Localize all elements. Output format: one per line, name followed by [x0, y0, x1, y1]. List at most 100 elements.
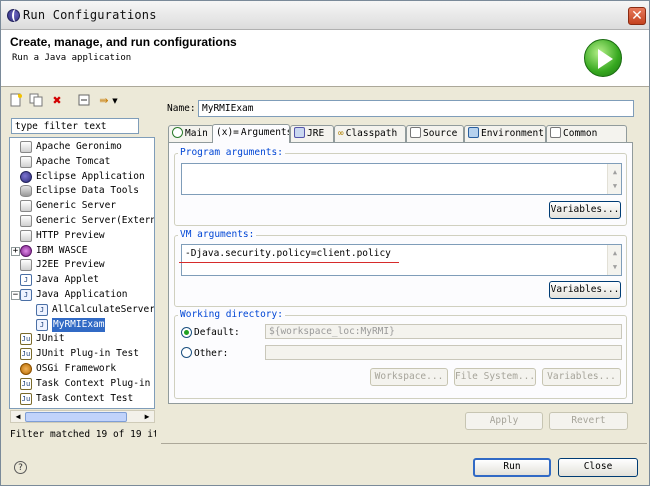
environment-icon — [468, 127, 479, 138]
name-field[interactable]: MyRMIExam — [198, 100, 634, 117]
tab-source[interactable]: Source — [406, 125, 464, 142]
tree-item[interactable]: Apache Geronimo — [20, 140, 154, 154]
server-icon — [20, 229, 32, 242]
tree-item[interactable]: J AllCalculateServer — [36, 303, 155, 317]
duplicate-icon[interactable] — [28, 93, 44, 109]
program-args-scrollbar[interactable]: ▲ ▼ — [607, 164, 621, 194]
working-variables-button[interactable]: Variables... — [542, 368, 621, 386]
database-icon — [20, 185, 32, 198]
tree-item[interactable]: J MyRMIExam — [36, 317, 154, 332]
tree-horizontal-scrollbar[interactable]: ◀ ▶ — [10, 410, 155, 423]
vm-variables-button[interactable]: Variables... — [549, 281, 621, 299]
tab-arguments-label: Arguments — [240, 127, 290, 138]
file-system-button[interactable]: File System... — [454, 368, 536, 386]
tree-item[interactable]: Ju JUnit — [20, 332, 154, 346]
tab-environment-label: Environment — [481, 128, 544, 139]
applet-icon: J — [20, 274, 32, 287]
run-button[interactable]: Run — [473, 458, 551, 477]
java-app-icon: J — [36, 318, 48, 331]
tab-main[interactable]: Main — [168, 125, 214, 142]
source-icon — [410, 127, 421, 138]
help-icon[interactable]: ? — [14, 461, 27, 474]
java-app-icon: J — [36, 303, 48, 316]
tab-jre[interactable]: JRE — [290, 125, 334, 142]
window-title: Run Configurations — [23, 8, 157, 22]
tab-common-label: Common — [563, 128, 598, 139]
other-radio[interactable] — [181, 347, 192, 358]
expand-icon[interactable]: + — [11, 246, 20, 256]
configuration-tree[interactable]: Apache Geronimo Apache Tomcat Eclipse Appl… — [9, 137, 155, 409]
run-banner-icon — [584, 39, 622, 77]
tree-item[interactable]: HTTP Preview — [20, 229, 154, 243]
program-arguments-label: Program arguments: — [178, 147, 285, 158]
tree-item[interactable]: Apache Tomcat — [20, 155, 154, 169]
title-bar[interactable]: Run Configurations ✕ — [1, 1, 649, 30]
tree-item[interactable]: Ju JUnit Plug-in Test — [20, 347, 154, 361]
program-arguments-field[interactable] — [181, 163, 622, 195]
server-icon — [20, 259, 32, 272]
tab-common[interactable]: Common — [546, 125, 627, 142]
tree-item-label: IBM WASCE — [36, 244, 88, 256]
vm-arguments-field[interactable]: -Djava.security.policy=client.policy — [181, 244, 622, 276]
scroll-left-icon[interactable]: ◀ — [12, 411, 24, 422]
new-configuration-icon[interactable] — [8, 93, 24, 109]
delete-icon[interactable]: ✖ — [49, 93, 65, 109]
tab-main-label: Main — [185, 128, 208, 139]
tree-item[interactable]: Ju Task Context Test — [20, 392, 154, 406]
apply-button[interactable]: Apply — [465, 412, 543, 430]
tree-item-label: AllCalculateServer — [52, 303, 155, 315]
vm-arguments-text: -Djava.security.policy=client.policy — [185, 248, 391, 259]
scroll-right-icon[interactable]: ▶ — [141, 411, 153, 422]
tab-environment[interactable]: Environment — [464, 125, 546, 142]
server-icon — [20, 155, 32, 168]
tab-arguments[interactable]: (x)= Arguments — [212, 124, 290, 143]
collapse-all-icon[interactable] — [76, 93, 92, 109]
arguments-icon: (x)= — [216, 127, 239, 138]
arguments-panel: Program arguments: ▲ ▼ Variables... VM ar… — [168, 142, 633, 404]
name-label: Name: — [167, 103, 196, 114]
dropdown-icon[interactable]: ▼ — [110, 93, 120, 109]
program-variables-button[interactable]: Variables... — [549, 201, 621, 219]
junit-icon: Ju — [20, 348, 32, 361]
workspace-button[interactable]: Workspace... — [370, 368, 448, 386]
tab-jre-label: JRE — [307, 128, 325, 139]
tree-item[interactable]: OSGi Framework — [20, 362, 154, 376]
tree-item[interactable]: Eclipse Application — [20, 170, 154, 184]
tree-item-label: Eclipse Application — [36, 170, 145, 182]
tree-item-label: Task Context Plug-in Test — [36, 377, 154, 389]
close-button[interactable]: Close — [558, 458, 638, 477]
close-window-button[interactable]: ✕ — [628, 7, 646, 25]
run-configurations-dialog: Run Configurations ✕ Create, manage, and… — [0, 0, 650, 486]
tree-item[interactable]: Generic Server — [20, 199, 154, 213]
tree-item[interactable]: Ju Task Context Plug-in Test — [20, 377, 154, 391]
tree-item[interactable]: Eclipse Data Tools — [20, 184, 154, 198]
tab-classpath[interactable]: ∞ Classpath — [334, 125, 406, 142]
tree-item[interactable]: J Java Applet — [20, 273, 154, 287]
tree-item[interactable]: IBM WASCE — [20, 244, 154, 258]
filter-input[interactable]: type filter text — [11, 118, 139, 134]
footer-separator — [161, 443, 647, 444]
tree-item-label: MyRMIExam — [52, 317, 106, 332]
eclipse-icon — [7, 9, 20, 22]
server-icon — [20, 141, 32, 153]
default-directory-field: ${workspace_loc:MyRMI} — [265, 324, 622, 339]
tree-item[interactable]: J2EE Preview — [20, 258, 154, 272]
eclipse-icon — [20, 170, 32, 183]
default-radio[interactable] — [181, 327, 192, 338]
annotation-underline — [179, 262, 399, 263]
junit-icon: Ju — [20, 392, 32, 405]
java-app-icon: J — [20, 289, 32, 301]
tree-item-label: Task Context Test — [36, 392, 134, 404]
tree-item[interactable]: J Java Application — [20, 288, 154, 302]
vm-args-scrollbar[interactable]: ▲ ▼ — [607, 245, 621, 275]
tree-item[interactable]: Generic Server(External Launch) — [20, 214, 155, 228]
scroll-thumb[interactable] — [25, 412, 127, 422]
other-directory-field[interactable] — [265, 345, 622, 360]
collapse-icon[interactable]: − — [11, 291, 20, 300]
header-title: Create, manage, and run configurations — [10, 35, 237, 49]
revert-button[interactable]: Revert — [549, 412, 628, 430]
tree-item-label: Generic Server(External Launch) — [36, 215, 155, 226]
working-directory-label: Working directory: — [178, 309, 285, 320]
dialog-header: Create, manage, and run configurations R… — [1, 30, 649, 87]
header-subtitle: Run a Java application — [12, 53, 132, 63]
